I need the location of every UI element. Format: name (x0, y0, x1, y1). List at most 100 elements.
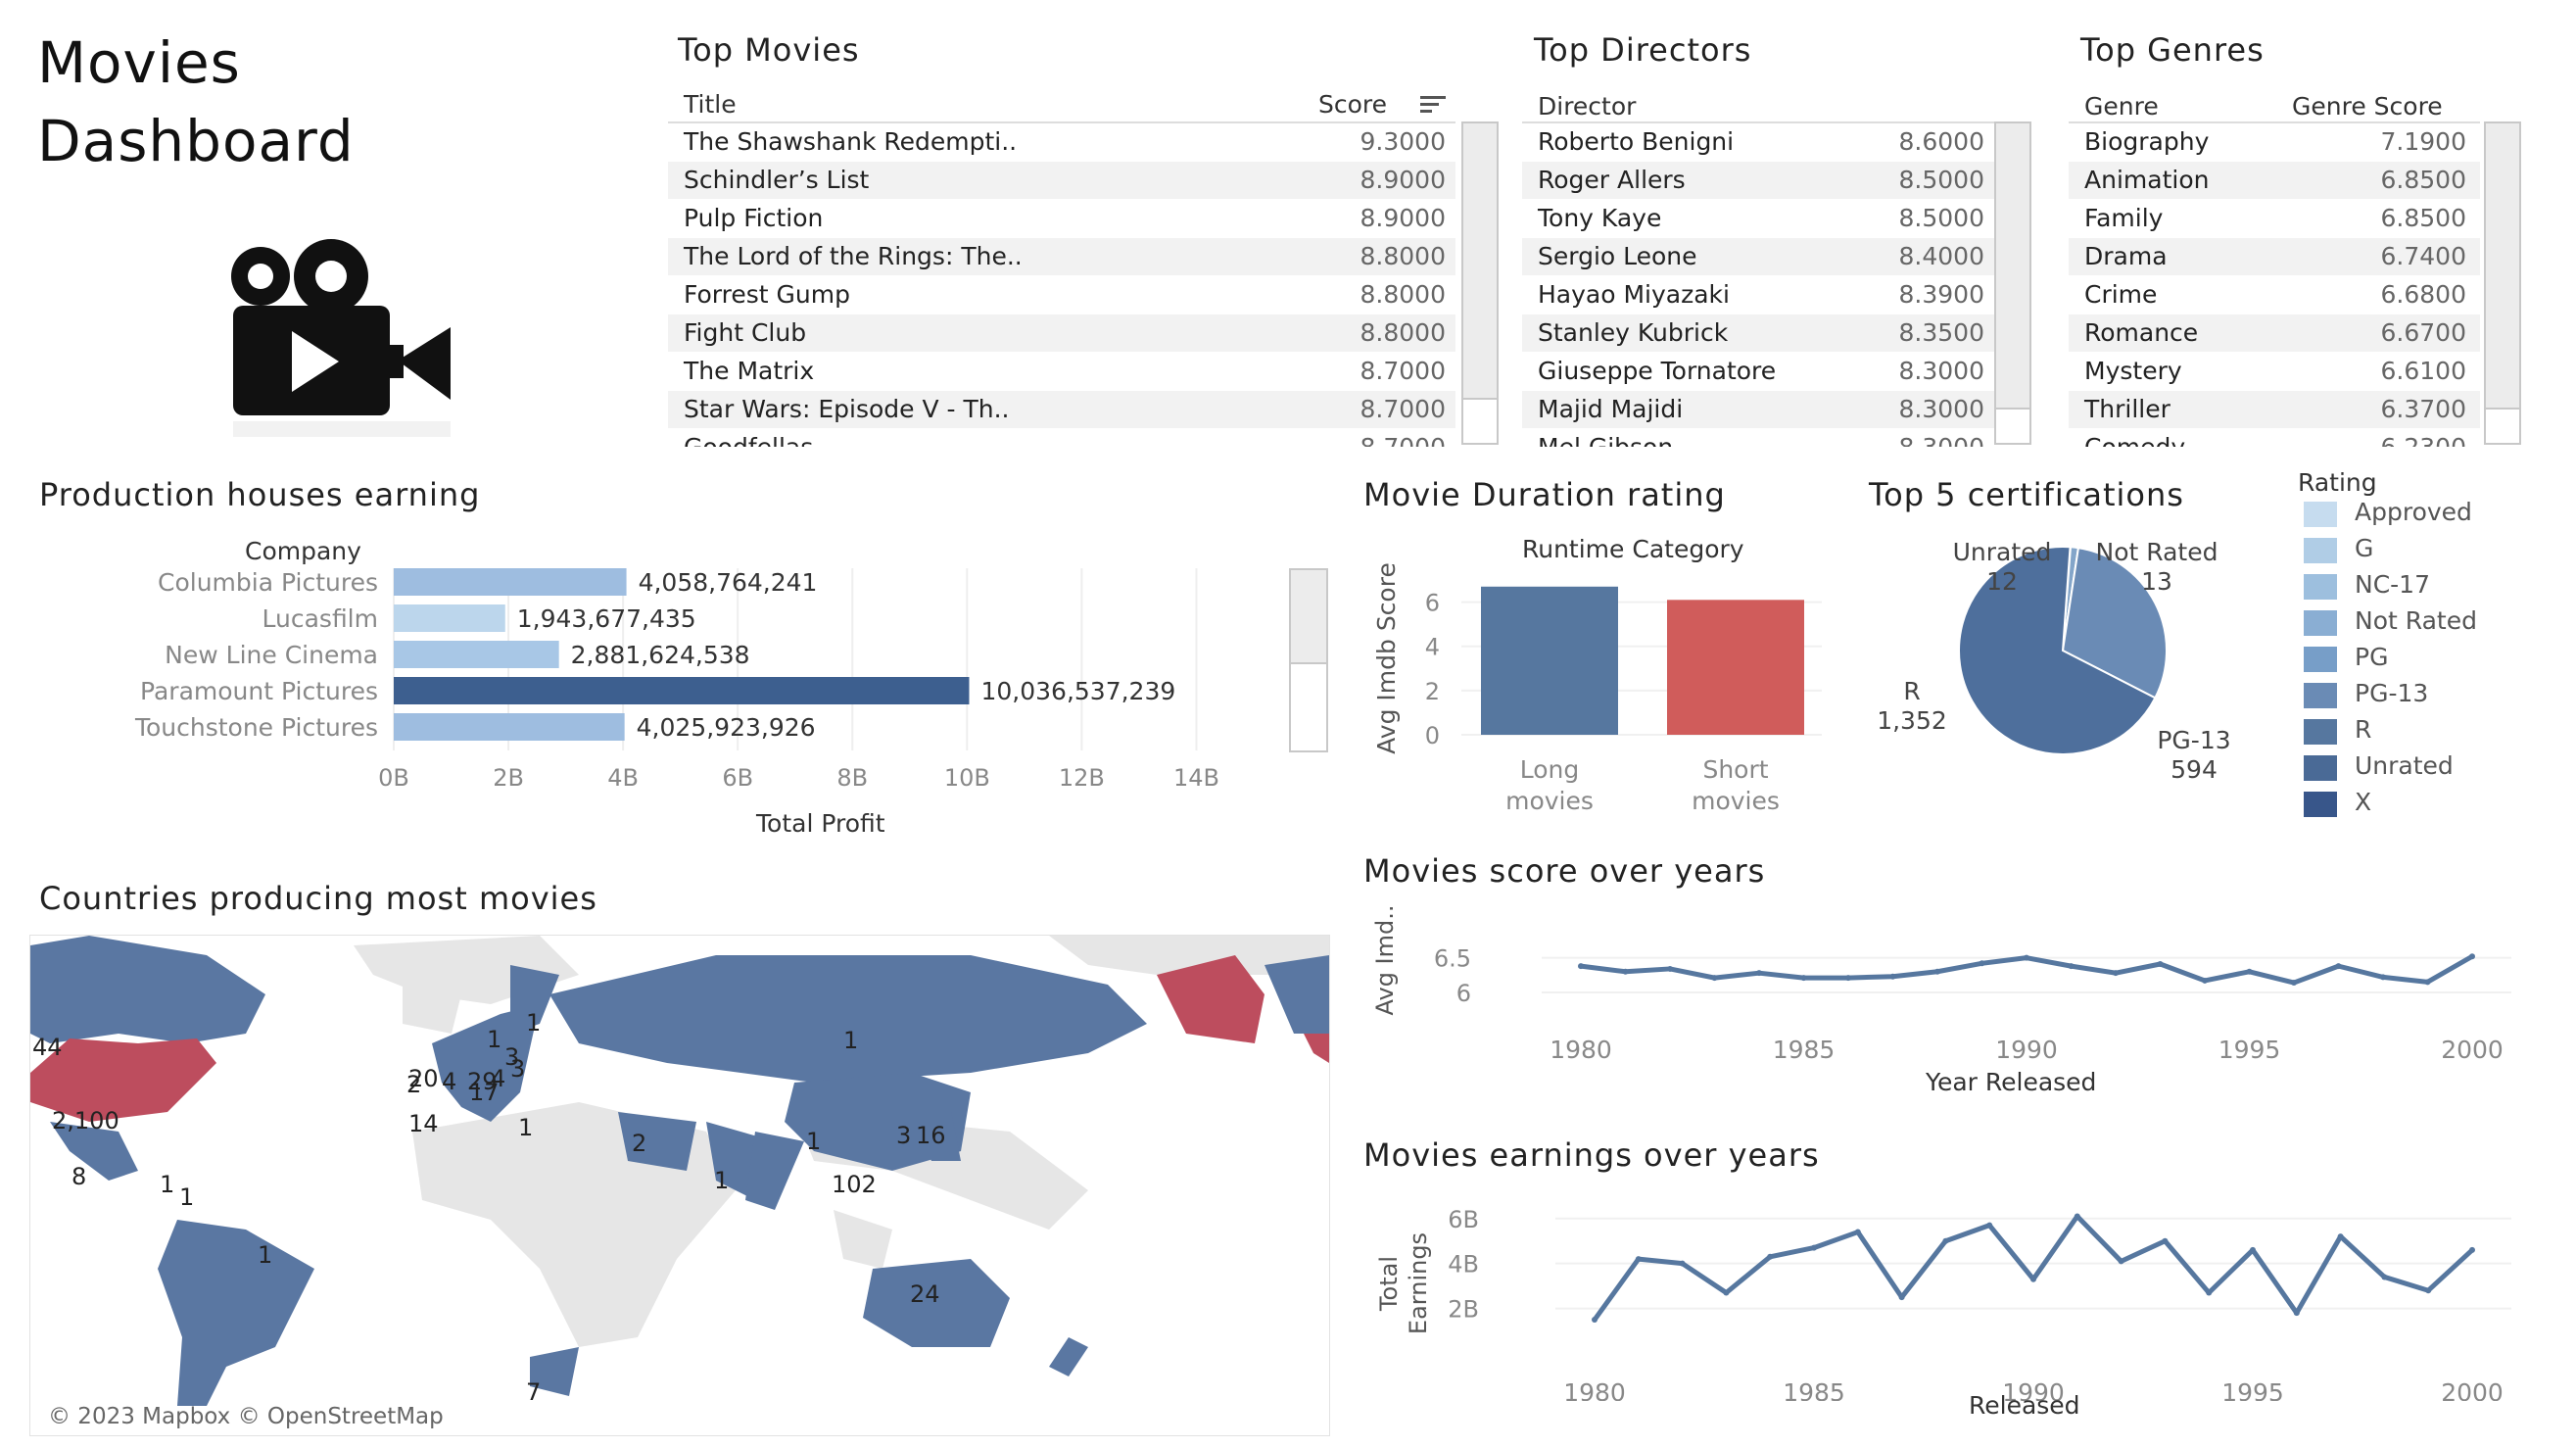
data-point[interactable] (1667, 965, 1673, 972)
map-country-label[interactable]: 2,100 (52, 1107, 119, 1134)
data-point[interactable] (2425, 1287, 2432, 1294)
genre-row[interactable]: Romance 6.6700 (2069, 314, 2480, 352)
map-country-label[interactable]: 44 (32, 1034, 63, 1061)
top-genres-col-genre[interactable]: Genre (2084, 92, 2159, 121)
map-country-label[interactable]: 1 (258, 1241, 272, 1269)
movie-row[interactable]: Forrest Gump 8.8000 (668, 276, 1455, 314)
data-point[interactable] (2293, 1310, 2300, 1317)
map-country-label[interactable]: 1 (714, 1167, 729, 1194)
director-row[interactable]: Roger Allers 8.5000 (1522, 162, 1996, 199)
top-genres-scrollbar[interactable] (2484, 121, 2521, 445)
data-point[interactable] (1723, 1289, 1730, 1296)
data-point[interactable] (1767, 1253, 1774, 1260)
movie-row[interactable]: Pulp Fiction 8.9000 (668, 200, 1455, 237)
top-genres-col-score[interactable]: Genre Score (2292, 92, 2443, 121)
data-point[interactable] (1934, 968, 1940, 975)
legend-item-pg-13[interactable]: PG-13 (2304, 679, 2558, 712)
data-point[interactable] (2024, 954, 2029, 961)
top-genres-scroll-thumb[interactable] (2486, 123, 2519, 410)
map-country-label[interactable]: 1 (526, 1009, 541, 1037)
data-point[interactable] (1979, 960, 1985, 967)
director-row[interactable]: Majid Majidi 8.3000 (1522, 391, 1996, 428)
map-country-label[interactable]: 1 (487, 1026, 501, 1053)
data-point[interactable] (2068, 963, 2075, 970)
genre-row[interactable]: Thriller 6.3700 (2069, 391, 2480, 428)
production-bar[interactable] (394, 713, 625, 741)
map-country-label[interactable]: 2 (406, 1071, 421, 1098)
map-country-label[interactable]: 8 (72, 1163, 86, 1190)
top-directors-scroll-thumb[interactable] (1996, 123, 2029, 410)
map-country-label[interactable]: 3 (896, 1122, 911, 1149)
data-point[interactable] (2030, 1276, 2036, 1282)
data-point[interactable] (1578, 963, 1584, 970)
top-movies-col-score[interactable]: Score (1318, 90, 1387, 119)
legend-item-x[interactable]: X (2304, 788, 2558, 821)
map-country-label[interactable]: 1 (179, 1183, 194, 1211)
map-country-label[interactable]: 17 (469, 1079, 500, 1106)
data-point[interactable] (1800, 975, 1807, 982)
legend-item-unrated[interactable]: Unrated (2304, 751, 2558, 785)
data-point[interactable] (2424, 979, 2431, 986)
data-point[interactable] (2206, 1289, 2213, 1296)
director-row[interactable]: Sergio Leone 8.4000 (1522, 238, 1996, 275)
production-bar[interactable] (394, 568, 627, 596)
data-point[interactable] (2381, 1274, 2388, 1280)
legend-item-pg[interactable]: PG (2304, 643, 2558, 676)
genre-row[interactable]: Drama 6.7400 (2069, 238, 2480, 275)
data-point[interactable] (1679, 1260, 1686, 1267)
director-row[interactable]: Tony Kaye 8.5000 (1522, 200, 1996, 237)
data-point[interactable] (1635, 1256, 1642, 1263)
map-country-label[interactable]: 16 (916, 1122, 946, 1149)
movie-row[interactable]: The Matrix 8.7000 (668, 353, 1455, 390)
map-attribution[interactable]: © 2023 Mapbox © OpenStreetMap (48, 1404, 444, 1429)
genre-row[interactable]: Biography 7.1900 (2069, 123, 2480, 161)
data-point[interactable] (1889, 973, 1896, 980)
top-movies-scroll-thumb[interactable] (1463, 123, 1497, 400)
legend-item-g[interactable]: G (2304, 534, 2558, 567)
duration-bar[interactable] (1481, 586, 1618, 735)
production-bar[interactable] (394, 604, 505, 632)
map-country-label[interactable]: 7 (526, 1378, 541, 1406)
data-point[interactable] (2337, 1233, 2344, 1240)
map-country-label[interactable]: 4 (442, 1068, 456, 1095)
legend-item-nc-17[interactable]: NC-17 (2304, 570, 2558, 603)
duration-bar[interactable] (1667, 600, 1804, 735)
director-row[interactable]: Giuseppe Tornatore 8.3000 (1522, 353, 1996, 390)
director-row[interactable]: Mel Gibson 8.3000 (1522, 429, 1996, 447)
data-point[interactable] (2074, 1213, 2080, 1220)
data-point[interactable] (2118, 1258, 2124, 1265)
top-movies-scrollbar[interactable] (1461, 121, 1499, 445)
map-country-label[interactable]: 24 (910, 1280, 940, 1308)
legend-item-r[interactable]: R (2304, 715, 2558, 748)
production-scrollbar[interactable] (1289, 568, 1328, 752)
map-country-label[interactable]: 1 (160, 1171, 174, 1198)
data-point[interactable] (2250, 1246, 2256, 1253)
movie-row[interactable]: The Shawshank Redempti.. 9.3000 (668, 123, 1455, 161)
movie-row[interactable]: The Lord of the Rings: The.. 8.8000 (668, 238, 1455, 275)
genre-row[interactable]: Family 6.8500 (2069, 200, 2480, 237)
data-point[interactable] (1711, 975, 1718, 982)
map-country-label[interactable]: 1 (843, 1027, 858, 1054)
director-row[interactable]: Stanley Kubrick 8.3500 (1522, 314, 1996, 352)
movie-row[interactable]: Fight Club 8.8000 (668, 314, 1455, 352)
world-map[interactable]: 44 2,100 8 1 1 1 24 1 1 3 20 4 29 4 3 2 17 14 1 2 1 1 102 3 16 1 7… (29, 935, 1330, 1436)
data-point[interactable] (1811, 1244, 1817, 1251)
data-point[interactable] (1854, 1229, 1861, 1235)
map-country-label[interactable]: 102 (832, 1171, 877, 1198)
data-point[interactable] (1942, 1237, 1949, 1244)
top-directors-scrollbar[interactable] (1994, 121, 2031, 445)
legend-item-not-rated[interactable]: Not Rated (2304, 606, 2558, 640)
data-point[interactable] (2113, 970, 2119, 977)
data-point[interactable] (2335, 963, 2342, 970)
movie-row[interactable]: Schindler’s List 8.9000 (668, 162, 1455, 199)
data-point[interactable] (1898, 1294, 1905, 1301)
data-point[interactable] (1986, 1222, 1993, 1229)
map-country-label[interactable]: 1 (518, 1114, 533, 1141)
data-point[interactable] (1845, 975, 1851, 982)
data-point[interactable] (2469, 1246, 2475, 1253)
sort-descending-icon[interactable] (1420, 94, 1448, 120)
map-country-label[interactable]: 3 (504, 1043, 519, 1071)
movie-row[interactable]: Goodfellas 8.7000 (668, 429, 1455, 447)
production-scroll-thumb[interactable] (1291, 570, 1326, 664)
map-country-label[interactable]: 1 (806, 1128, 821, 1155)
